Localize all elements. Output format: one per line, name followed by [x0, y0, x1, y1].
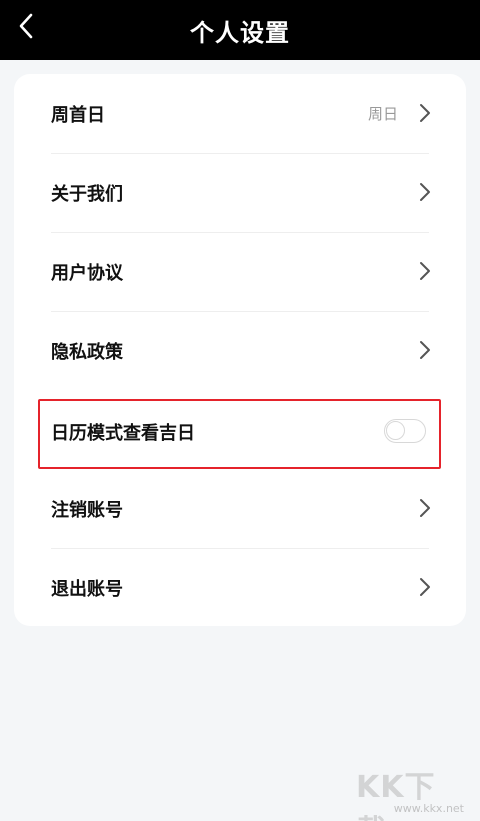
setting-user-agreement[interactable]: 用户协议: [14, 232, 466, 311]
chevron-left-icon: [19, 13, 33, 39]
highlight-box: [38, 399, 441, 469]
chevron-right-icon: [420, 578, 430, 596]
chevron-right-icon: [420, 499, 430, 517]
setting-label: 用户协议: [51, 262, 123, 284]
setting-privacy-policy[interactable]: 隐私政策: [14, 311, 466, 390]
setting-cancel-account[interactable]: 注销账号: [14, 469, 466, 548]
watermark: KK下载 www.kkx.net: [356, 762, 466, 821]
setting-about[interactable]: 关于我们: [14, 153, 466, 232]
setting-label: 关于我们: [51, 183, 123, 205]
setting-label: 退出账号: [51, 578, 123, 600]
setting-logout[interactable]: 退出账号: [14, 548, 466, 627]
back-button[interactable]: [12, 10, 40, 42]
setting-week-start[interactable]: 周首日 周日: [14, 74, 466, 153]
chevron-right-icon: [420, 183, 430, 201]
settings-card: 周首日 周日 关于我们 用户协议 隐私政策 日历模式查看吉日 注销账号 退出账号: [14, 74, 466, 626]
page-title: 个人设置: [190, 18, 290, 47]
setting-label: 周首日: [51, 104, 105, 126]
setting-value: 周日: [367, 105, 398, 123]
setting-label: 注销账号: [51, 499, 123, 521]
chevron-right-icon: [420, 341, 430, 359]
watermark-url: www.kkx.net: [393, 802, 464, 815]
top-bar: 个人设置: [0, 0, 480, 60]
chevron-right-icon: [420, 104, 430, 122]
setting-label: 隐私政策: [51, 341, 123, 363]
chevron-right-icon: [420, 262, 430, 280]
